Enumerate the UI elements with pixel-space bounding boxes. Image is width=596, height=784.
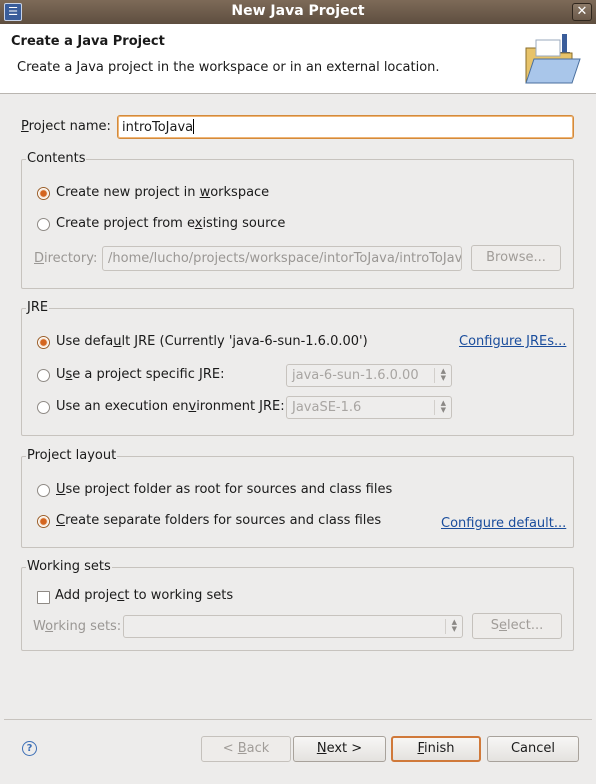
back-button[interactable]: < Back <box>201 736 291 762</box>
project-layout-group <box>21 456 574 548</box>
from-existing-source-radio[interactable] <box>37 218 50 231</box>
next-button[interactable]: Next > <box>293 736 386 762</box>
new-java-project-dialog: ☰ New Java Project ✕ Create a Java Proje… <box>0 0 596 784</box>
project-specific-jre-combo[interactable]: java-6-sun-1.6.0.00 ▲ ▼ <box>286 364 452 387</box>
working-sets-group-title: Working sets <box>26 559 112 574</box>
text-caret <box>193 119 195 134</box>
project-layout-group-title: Project layout <box>26 448 118 463</box>
select-working-sets-button[interactable]: Select... <box>472 613 562 639</box>
jre-group-title: JRE <box>26 300 50 315</box>
execution-env-jre-label[interactable]: Use an execution environment JRE: <box>56 399 285 414</box>
cancel-button[interactable]: Cancel <box>487 736 579 762</box>
combo-arrows-icon: ▲ ▼ <box>445 619 457 634</box>
directory-input[interactable]: /home/lucho/projects/workspace/intorToJa… <box>102 246 462 271</box>
help-icon[interactable]: ? <box>22 741 37 756</box>
execution-env-jre-radio[interactable] <box>37 401 50 414</box>
add-to-working-sets-checkbox[interactable] <box>37 591 50 604</box>
from-existing-source-label[interactable]: Create project from existing source <box>56 216 285 231</box>
project-name-input[interactable]: introToJava <box>117 115 574 139</box>
project-specific-jre-radio[interactable] <box>37 369 50 382</box>
close-icon[interactable]: ✕ <box>572 3 592 21</box>
project-specific-jre-label[interactable]: Use a project specific JRE: <box>56 367 225 382</box>
footer-separator <box>4 719 592 720</box>
configure-jres-link[interactable]: Configure JREs... <box>459 334 566 349</box>
page-description: Create a Java project in the workspace o… <box>17 60 440 75</box>
wizard-banner: Create a Java Project Create a Java proj… <box>0 24 596 94</box>
folder-as-root-radio[interactable] <box>37 484 50 497</box>
window-title: New Java Project <box>231 3 365 19</box>
separate-folders-label[interactable]: Create separate folders for sources and … <box>56 513 381 528</box>
add-to-working-sets-label[interactable]: Add project to working sets <box>55 588 233 603</box>
directory-label: Directory: <box>34 251 98 266</box>
working-sets-combo[interactable]: ▲ ▼ <box>123 615 463 638</box>
page-title: Create a Java Project <box>11 34 165 49</box>
combo-arrows-icon: ▲ ▼ <box>434 400 446 415</box>
new-in-workspace-radio[interactable] <box>37 187 50 200</box>
new-in-workspace-label[interactable]: Create new project in workspace <box>56 185 269 200</box>
combo-arrows-icon: ▲ ▼ <box>434 368 446 383</box>
folder-as-root-label[interactable]: Use project folder as root for sources a… <box>56 482 392 497</box>
project-name-label: Project name: <box>21 119 111 134</box>
default-jre-radio[interactable] <box>37 336 50 349</box>
execution-env-jre-combo[interactable]: JavaSE-1.6 ▲ ▼ <box>286 396 452 419</box>
separate-folders-radio[interactable] <box>37 515 50 528</box>
finish-button[interactable]: Finish <box>391 736 481 762</box>
title-bar[interactable]: ☰ New Java Project ✕ <box>0 0 596 24</box>
java-project-folder-icon <box>525 34 581 84</box>
default-jre-label[interactable]: Use default JRE (Currently 'java-6-sun-1… <box>56 334 368 349</box>
configure-default-link[interactable]: Configure default... <box>441 516 566 531</box>
browse-button[interactable]: Browse... <box>471 245 561 271</box>
working-sets-label: Working sets: <box>33 619 122 634</box>
contents-group-title: Contents <box>26 151 87 166</box>
